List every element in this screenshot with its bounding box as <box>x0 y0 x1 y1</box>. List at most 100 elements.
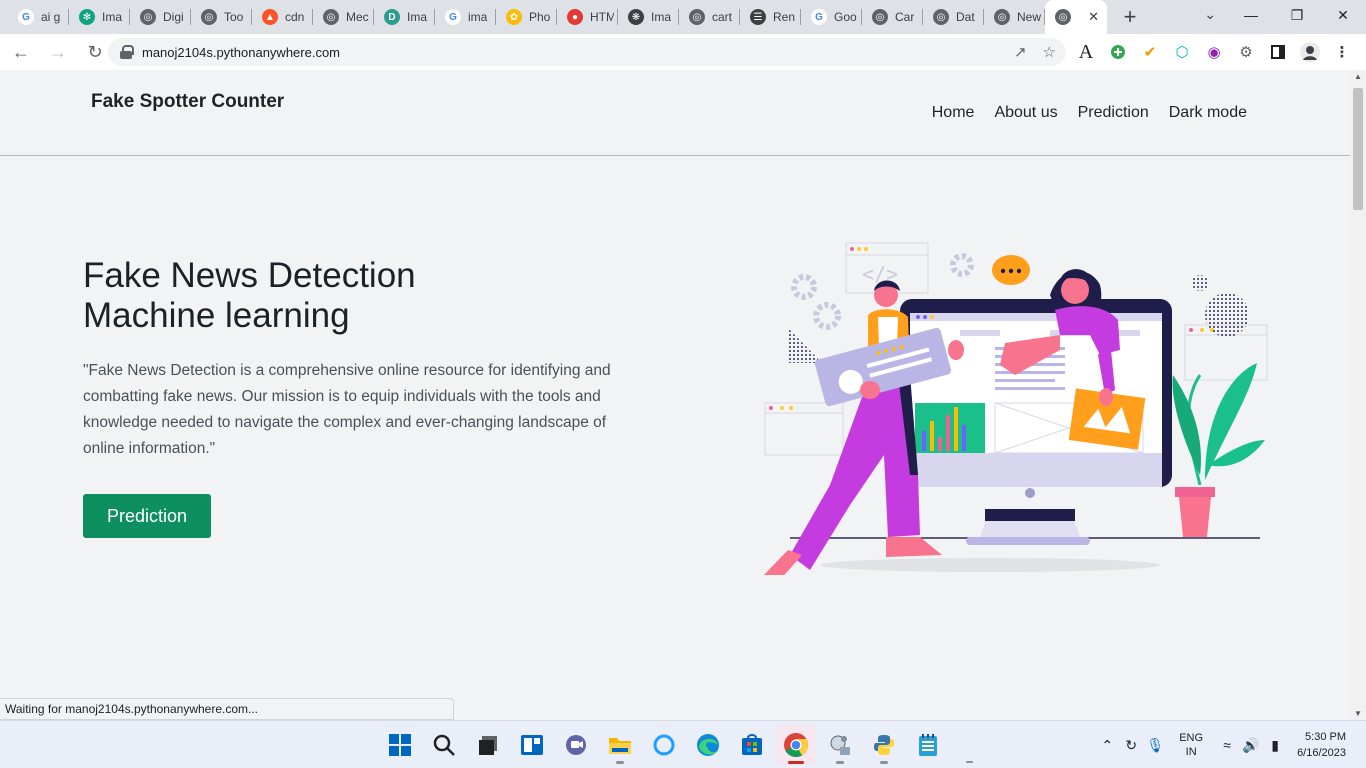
tab-title: Car <box>895 10 915 24</box>
tab-title: HTM <box>590 10 614 24</box>
extensions-bar: A ✔ ⬡ ◉ ⚙ ⋮ <box>1076 34 1352 70</box>
close-tab-icon[interactable]: ✕ <box>1088 9 1099 25</box>
site-nav: Home About us Prediction Dark mode <box>932 104 1247 122</box>
browser-tab[interactable]: ▲ cdn <box>252 0 313 34</box>
reload-button[interactable]: ↻ <box>79 36 111 68</box>
check-extension-icon[interactable]: ✔ <box>1140 42 1160 62</box>
hero-description: "Fake News Detection is a comprehensive … <box>83 362 611 457</box>
microphone-icon[interactable]: 🎙 <box>1143 737 1167 754</box>
browser-tab[interactable]: ✻ Ima <box>69 0 130 34</box>
clock-date: 6/16/2023 <box>1297 747 1346 759</box>
region-code: IN <box>1185 746 1197 758</box>
tab-title: Too <box>224 10 244 24</box>
google-icon: G <box>445 9 461 25</box>
sync-status-icon[interactable]: ↻ <box>1119 737 1143 754</box>
browser-tab[interactable]: Gima <box>435 0 496 34</box>
forward-button[interactable]: → <box>42 36 74 68</box>
browser-tab[interactable]: ◎ Car <box>862 0 923 34</box>
scroll-up-arrow-icon[interactable]: ▲ <box>1354 72 1362 81</box>
browser-tab[interactable]: ◎ Too <box>191 0 252 34</box>
task-view-icon[interactable] <box>468 725 508 765</box>
site-brand[interactable]: Fake Spotter Counter <box>91 91 284 113</box>
scroll-down-arrow-icon[interactable]: ▼ <box>1354 709 1362 718</box>
chrome-icon: ◎ <box>994 9 1010 25</box>
menu-kebab-icon[interactable]: ⋮ <box>1332 42 1352 62</box>
address-bar[interactable]: manoj2104s.pythonanywhere.com ↗ ☆ <box>108 38 1066 66</box>
bookmark-star-icon[interactable]: ☆ <box>1043 43 1056 61</box>
tab-title: Mec <box>346 10 369 24</box>
share-icon[interactable]: ↗ <box>1014 43 1027 61</box>
wifi-icon[interactable]: ≈ <box>1215 737 1239 753</box>
app-icon[interactable] <box>820 725 860 765</box>
store-icon[interactable] <box>732 725 772 765</box>
minimize-button[interactable]: — <box>1228 0 1274 30</box>
nav-home[interactable]: Home <box>932 104 975 122</box>
battery-icon[interactable]: ▮ <box>1263 737 1287 754</box>
widgets-icon[interactable] <box>512 725 552 765</box>
hex-extension-icon[interactable]: ⬡ <box>1172 42 1192 62</box>
prediction-button[interactable]: Prediction <box>83 494 211 538</box>
browser-tab[interactable]: ◎ ✕ <box>1045 0 1107 34</box>
nav-about-us[interactable]: About us <box>994 104 1057 122</box>
nav-prediction[interactable]: Prediction <box>1078 104 1149 122</box>
browser-toolbar: ← → ↻ manoj2104s.pythonanywhere.com ↗ ☆ … <box>0 34 1366 70</box>
cortana-icon[interactable] <box>644 725 684 765</box>
input-language-indicator[interactable]: ENG IN <box>1179 731 1203 759</box>
browser-tab[interactable]: ◎ Dat <box>923 0 984 34</box>
windows-start-icon[interactable] <box>380 725 420 765</box>
puzzle-extensions-icon[interactable]: ⚙ <box>1236 42 1256 62</box>
browser-tab[interactable]: ✿ Pho <box>496 0 557 34</box>
file-explorer-icon[interactable] <box>600 725 640 765</box>
page-scrollbar[interactable]: ▲ ▼ <box>1350 70 1366 720</box>
tab-title: Ima <box>102 10 123 24</box>
web-page: Fake Spotter Counter Home About us Predi… <box>0 70 1350 720</box>
side-panel-icon[interactable] <box>1268 42 1288 62</box>
globe-icon: ◎ <box>872 9 888 25</box>
browser-tab[interactable]: ◎ New <box>984 0 1045 34</box>
profile-avatar[interactable] <box>1300 42 1320 62</box>
status-bubble: Waiting for manoj2104s.pythonanywhere.co… <box>0 698 454 720</box>
browser-tab[interactable]: ❋ Ima <box>618 0 679 34</box>
scrollbar-thumb[interactable] <box>1353 88 1363 210</box>
photos-icon: ✿ <box>506 9 522 25</box>
chatgpt-icon: ✻ <box>79 9 95 25</box>
browser-tab[interactable]: Gai g <box>8 0 69 34</box>
browser-tab[interactable]: ☰ Ren <box>740 0 801 34</box>
browser-tab[interactable]: ● HTM <box>557 0 618 34</box>
tab-title: cart <box>712 10 733 24</box>
browser-tab[interactable]: G Goo <box>801 0 862 34</box>
search-icon[interactable] <box>424 725 464 765</box>
tab-title: ima <box>468 10 488 24</box>
teams-chat-icon[interactable] <box>556 725 596 765</box>
show-hidden-icons-chevron-icon[interactable]: ⌃ <box>1095 737 1119 754</box>
nav-dark-mode[interactable]: Dark mode <box>1169 104 1247 122</box>
browser-tab[interactable]: D Ima <box>374 0 435 34</box>
edge-icon[interactable] <box>688 725 728 765</box>
chrome-icon[interactable] <box>776 725 816 765</box>
browser-tab[interactable]: ◎ Digi <box>130 0 191 34</box>
new-tab-button[interactable]: + <box>1113 0 1147 34</box>
volume-icon[interactable]: 🔊 <box>1239 737 1263 754</box>
tab-title: Ren <box>773 10 796 24</box>
record-icon: ● <box>567 9 583 25</box>
tab-title: Dat <box>956 10 975 24</box>
clock[interactable]: 5:30 PM 6/16/2023 <box>1297 729 1346 761</box>
tab-list: Gai g ✻ Ima ◎ Digi ◎ Too ▲ cdn ◎ Mec D Ima Gima ✿ Pho ● H… <box>0 0 1107 34</box>
plus-extension-icon[interactable] <box>1108 42 1128 62</box>
tab-search-chevron-icon[interactable]: ⌄ <box>1204 6 1216 23</box>
bug-icon: ❋ <box>628 9 644 25</box>
restore-button[interactable]: ❐ <box>1274 0 1320 30</box>
window-controls: — ❐ ✕ <box>1228 0 1366 30</box>
notepad-icon[interactable] <box>908 725 948 765</box>
font-extension-icon[interactable]: A <box>1076 41 1096 63</box>
globe-icon: ◎ <box>1055 9 1071 25</box>
copilot-extension-icon[interactable]: ◉ <box>1204 42 1224 62</box>
url-text: manoj2104s.pythonanywhere.com <box>142 44 341 60</box>
python-icon[interactable] <box>864 725 904 765</box>
browser-tab[interactable]: ◎ cart <box>679 0 740 34</box>
browser-tab[interactable]: ◎ Mec <box>313 0 374 34</box>
taskbar-hidden-indicator <box>966 761 973 763</box>
close-window-button[interactable]: ✕ <box>1320 0 1366 30</box>
back-button[interactable]: ← <box>5 36 37 68</box>
windows-taskbar: ⌃ ↻ 🎙 ENG IN ≈ 🔊 ▮ 5:30 PM 6/16/2023 <box>0 720 1366 768</box>
